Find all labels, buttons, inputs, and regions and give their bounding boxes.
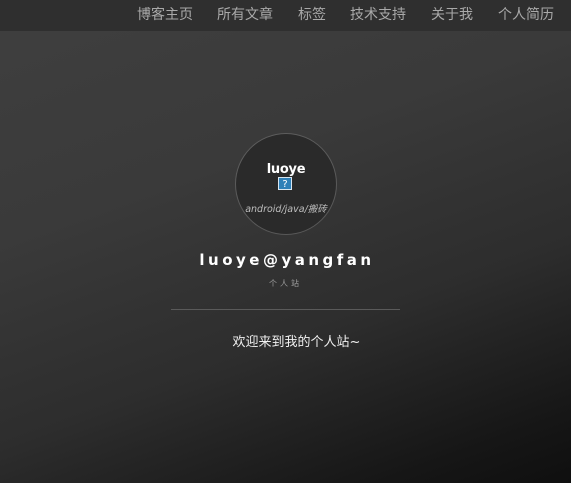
- site-title: luoye@yangfan: [199, 251, 375, 269]
- top-navigation: 博客主页 所有文章 标签 技术支持 关于我 个人简历: [0, 0, 571, 31]
- site-subtitle: 个人站: [269, 279, 302, 288]
- nav-link-tags[interactable]: 标签: [298, 4, 326, 24]
- nav-link-about-me[interactable]: 关于我: [431, 4, 473, 24]
- divider: [171, 309, 400, 310]
- nav-link-blog-home[interactable]: 博客主页: [137, 4, 193, 24]
- nav-link-tech-support[interactable]: 技术支持: [350, 4, 406, 24]
- nav-link-resume[interactable]: 个人简历: [498, 4, 554, 24]
- nav-link-all-posts[interactable]: 所有文章: [217, 4, 273, 24]
- welcome-message: 欢迎来到我的个人站~: [232, 335, 361, 350]
- avatar-subtitle: android/java/搬砖: [245, 204, 327, 215]
- broken-image-icon: ?: [278, 177, 292, 190]
- avatar-name: luoye: [266, 162, 306, 177]
- avatar[interactable]: luoye ? android/java/搬砖: [236, 134, 336, 234]
